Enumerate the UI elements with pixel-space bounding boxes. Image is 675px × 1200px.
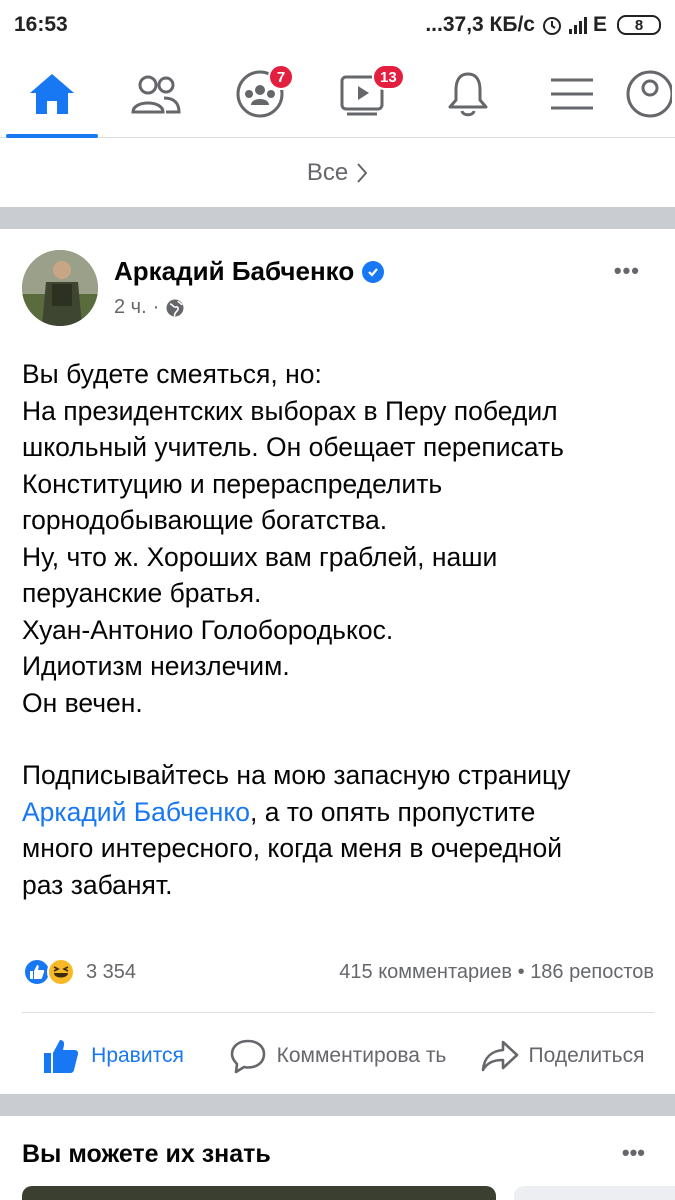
post-line: Конституцию и перераспределить	[22, 468, 443, 499]
post-header: Аркадий Бабченко 2 ч. · •••	[22, 250, 652, 330]
post-line: Вы будете смеяться, но:	[22, 359, 322, 389]
post-line: Ну, что ж. Хороших вам граблей, наши	[22, 541, 498, 572]
stats-divider	[22, 1012, 654, 1013]
reactions-summary[interactable]: 3 354	[22, 957, 136, 987]
friends-icon	[131, 75, 181, 114]
network-speed: ...37,3 КБ/с	[425, 13, 535, 36]
like-label: Нравится	[91, 1044, 184, 1067]
author-name[interactable]: Аркадий Бабченко	[114, 256, 354, 287]
profile-icon	[626, 70, 672, 118]
nav-profile[interactable]	[624, 50, 675, 138]
section-separator	[0, 207, 675, 229]
post-time[interactable]: 2 ч.	[114, 296, 147, 319]
post-line: горнодобывающие богатства.	[22, 505, 388, 535]
author-page-link[interactable]: Аркадий Бабченко	[22, 797, 250, 827]
post-line: На президентских выборах в Перу победил	[22, 395, 558, 426]
battery-icon: 8	[617, 15, 661, 35]
comments-count[interactable]: 415 комментариев	[339, 961, 512, 983]
share-icon	[481, 1040, 518, 1072]
subscribe-line-1: Подписывайтесь на мою запасную страницу	[22, 760, 571, 790]
subscribe-line-3: много интересного, когда меня в очередно…	[22, 833, 563, 863]
status-time: 16:53	[14, 13, 68, 36]
signal-icon	[568, 16, 587, 34]
subscribe-line-4: раз забанят.	[22, 869, 173, 900]
post-line: Он вечен.	[22, 687, 143, 718]
post-actions: Нравится Комментирова ть Поделиться	[0, 1020, 675, 1092]
battery-level: 8	[634, 16, 644, 34]
share-button[interactable]: Поделиться	[450, 1020, 675, 1092]
comment-button[interactable]: Комментирова ть	[225, 1020, 450, 1092]
top-nav: 7 13	[0, 50, 675, 138]
reaction-icons	[22, 957, 76, 987]
post-stats: 3 354 415 комментариев • 186 репостов	[22, 954, 654, 990]
post-author[interactable]: Аркадий Бабченко	[114, 256, 385, 287]
comments-shares: 415 комментариев • 186 репостов	[339, 961, 654, 984]
nav-friends[interactable]	[104, 50, 208, 138]
shares-count[interactable]: 186 репостов	[530, 961, 654, 983]
groups-badge: 7	[268, 64, 294, 90]
nav-watch[interactable]: 13	[312, 50, 416, 138]
reactions-count: 3 354	[86, 960, 137, 983]
pymk-title: Вы можете их знать	[22, 1140, 271, 1168]
globe-icon	[166, 299, 184, 317]
verified-icon	[362, 260, 385, 283]
comment-icon	[230, 1039, 265, 1074]
share-label: Поделиться	[528, 1044, 645, 1067]
pymk-card[interactable]	[22, 1186, 496, 1200]
filter-all-button[interactable]: Все	[0, 139, 675, 207]
meta-dot: ·	[152, 296, 160, 318]
post-line: перуанские братья.	[22, 578, 262, 608]
post-line: Хуан-Антонио Голобородькос.	[22, 614, 394, 645]
notifications-icon	[448, 72, 488, 117]
post-text: Вы будете смеяться, но: На президентских…	[22, 356, 662, 903]
nav-notifications[interactable]	[416, 50, 520, 138]
nav-groups[interactable]: 7	[208, 50, 312, 138]
post-line: Идиотизм неизлечим.	[22, 651, 290, 681]
nav-menu[interactable]	[520, 50, 624, 138]
filter-label: Все	[306, 159, 349, 186]
subscribe-line-2: Аркадий Бабченко, а то опять пропустите	[22, 794, 662, 831]
avatar[interactable]	[22, 250, 98, 326]
subscribe-line-2-rest: , а то опять пропустите	[250, 796, 536, 827]
status-bar: 16:53 ...37,3 КБ/с E 8	[0, 0, 675, 50]
watch-badge: 13	[372, 64, 405, 90]
chevron-right-icon	[357, 163, 368, 183]
section-separator	[0, 1094, 675, 1116]
home-icon	[30, 74, 74, 114]
haha-reaction-icon	[47, 958, 75, 986]
menu-icon	[551, 78, 593, 110]
nav-home[interactable]	[0, 50, 104, 138]
pymk-card[interactable]	[514, 1186, 675, 1200]
post-line: школьный учитель. Он обещает переписать	[22, 432, 564, 462]
stats-dot: •	[517, 960, 531, 983]
post-more-icon[interactable]: •••	[614, 258, 640, 284]
network-type: E	[592, 13, 607, 36]
like-icon	[44, 1040, 79, 1073]
avatar-image	[22, 250, 98, 326]
status-right: ...37,3 КБ/с E 8	[425, 13, 661, 37]
comment-label: Комментирова ть	[276, 1044, 447, 1067]
alarm-icon	[542, 17, 561, 35]
post-meta: 2 ч. ·	[114, 296, 185, 319]
pymk-more-icon[interactable]: •••	[622, 1140, 645, 1166]
like-button[interactable]: Нравится	[0, 1020, 225, 1092]
